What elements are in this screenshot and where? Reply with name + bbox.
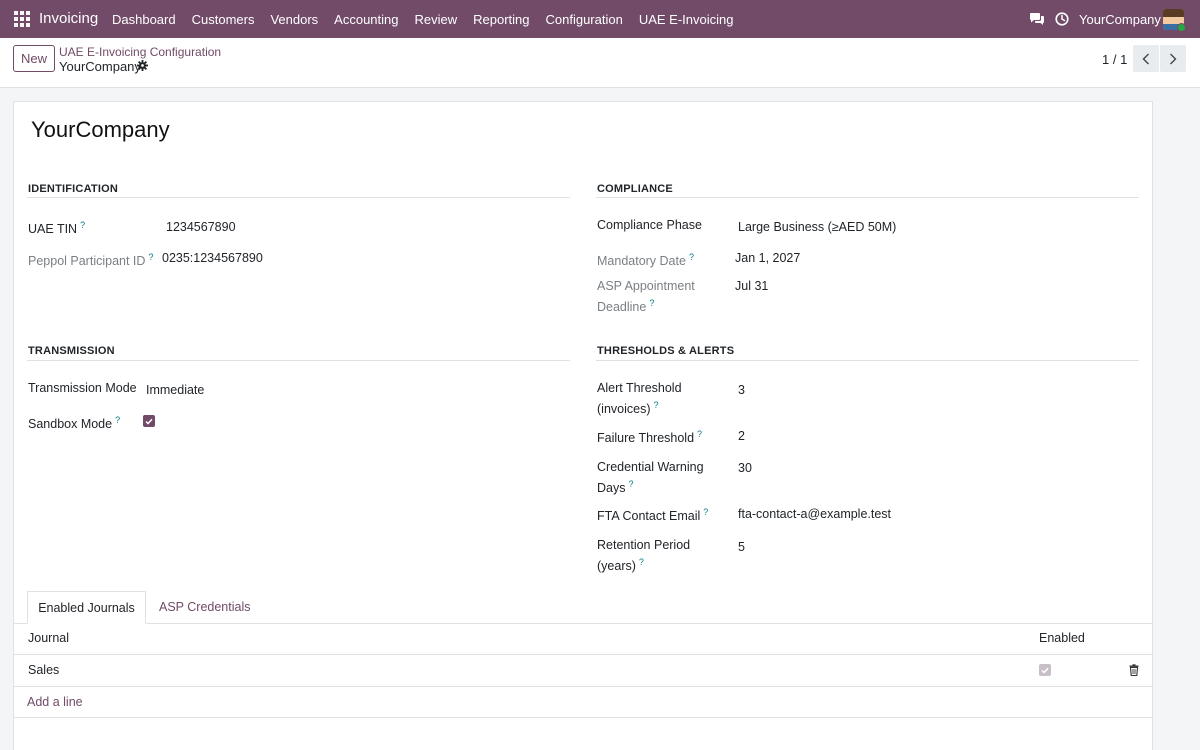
table-footer-divider [14, 717, 1153, 718]
company-switcher[interactable]: YourCompany [1079, 12, 1161, 27]
trash-icon[interactable] [1129, 664, 1139, 676]
tabs-divider [14, 623, 1153, 624]
menu-item-reporting[interactable]: Reporting [473, 12, 529, 27]
sandbox-mode-checkbox[interactable] [143, 415, 155, 427]
retention-period-label: Retention Period (years)? [597, 538, 691, 574]
identification-group-title: IDENTIFICATION [28, 183, 118, 195]
failure-threshold-field[interactable]: 2 [738, 429, 745, 443]
help-icon[interactable]: ? [115, 415, 120, 425]
peppol-id-field[interactable]: 0235:1234567890 [162, 251, 263, 265]
compliance-group-title: COMPLIANCE [597, 183, 673, 195]
breadcrumb-parent[interactable]: UAE E-Invoicing Configuration [59, 45, 221, 59]
menu-item-accounting[interactable]: Accounting [334, 12, 398, 27]
help-icon[interactable]: ? [80, 220, 85, 230]
menu-item-customers[interactable]: Customers [192, 12, 255, 27]
help-icon[interactable]: ? [697, 429, 702, 439]
table-row-divider [14, 686, 1153, 687]
mandatory-date-field: Jan 1, 2027 [735, 251, 801, 265]
menu-item-review[interactable]: Review [415, 12, 458, 27]
sandbox-mode-label: Sandbox Mode? [28, 415, 121, 432]
credential-warning-field[interactable]: 30 [738, 461, 752, 475]
top-navbar: Invoicing Dashboard Customers Vendors Ac… [0, 0, 1200, 38]
main-menu: Dashboard Customers Vendors Accounting R… [112, 12, 749, 27]
add-line-button[interactable]: Add a line [27, 695, 83, 709]
transmission-mode-label: Transmission Mode [28, 381, 137, 395]
help-icon[interactable]: ? [628, 479, 633, 489]
transmission-mode-field[interactable]: Immediate [146, 383, 204, 397]
table-row-journal[interactable]: Sales [28, 663, 59, 677]
fta-email-label: FTA Contact Email? [597, 507, 709, 524]
compliance-divider [596, 197, 1139, 198]
clock-icon[interactable] [1055, 12, 1069, 26]
alert-threshold-field[interactable]: 3 [738, 383, 745, 397]
chat-icon[interactable] [1029, 12, 1045, 26]
menu-item-configuration[interactable]: Configuration [546, 12, 623, 27]
compliance-phase-field[interactable]: Large Business (≥AED 50M) [738, 220, 896, 234]
gear-icon[interactable] [137, 60, 148, 71]
help-icon[interactable]: ? [639, 557, 644, 567]
chevron-right-icon [1170, 53, 1177, 64]
help-icon[interactable]: ? [654, 400, 659, 410]
credential-warning-label: Credential Warning Days? [597, 460, 704, 496]
check-icon [145, 418, 153, 425]
record-title[interactable]: YourCompany [31, 117, 170, 143]
asp-deadline-label: ASP Appointment Deadline? [597, 279, 695, 315]
tab-enabled-journals[interactable]: Enabled Journals [27, 591, 146, 624]
help-icon[interactable]: ? [689, 252, 694, 262]
retention-period-field[interactable]: 5 [738, 540, 745, 554]
mandatory-date-label: Mandatory Date? [597, 252, 694, 269]
form-sheet [13, 101, 1153, 750]
apps-grid-icon[interactable] [14, 11, 30, 27]
new-button[interactable]: New [13, 45, 55, 72]
app-name[interactable]: Invoicing [39, 10, 98, 27]
alert-threshold-label: Alert Threshold (invoices)? [597, 381, 682, 417]
uae-tin-field[interactable]: 1234567890 [166, 220, 236, 234]
tab-asp-credentials[interactable]: ASP Credentials [159, 600, 251, 614]
online-status-icon [1177, 23, 1186, 32]
peppol-id-label: Peppol Participant ID? [28, 252, 154, 269]
pager-next-button[interactable] [1160, 45, 1186, 72]
help-icon[interactable]: ? [649, 298, 654, 308]
transmission-group-title: TRANSMISSION [28, 345, 115, 357]
menu-item-vendors[interactable]: Vendors [270, 12, 318, 27]
identification-divider [27, 197, 570, 198]
control-panel: New UAE E-Invoicing Configuration YourCo… [0, 38, 1200, 88]
help-icon[interactable]: ? [703, 507, 708, 517]
table-header-divider [14, 654, 1153, 655]
breadcrumb-current: YourCompany [59, 59, 141, 74]
check-icon [1041, 667, 1049, 674]
compliance-phase-label: Compliance Phase [597, 218, 702, 232]
pager-previous-button[interactable] [1133, 45, 1159, 72]
menu-item-uae-e-invoicing[interactable]: UAE E-Invoicing [639, 12, 734, 27]
help-icon[interactable]: ? [148, 252, 153, 262]
table-row-enabled-checkbox[interactable] [1039, 664, 1051, 676]
column-header-journal[interactable]: Journal [28, 631, 69, 645]
pager-value[interactable]: 1 / 1 [1102, 52, 1127, 67]
uae-tin-label: UAE TIN? [28, 220, 86, 237]
fta-email-field[interactable]: fta-contact-a@example.test [738, 507, 891, 521]
thresholds-divider [596, 360, 1139, 361]
asp-deadline-field: Jul 31 [735, 279, 769, 293]
menu-item-dashboard[interactable]: Dashboard [112, 12, 176, 27]
failure-threshold-label: Failure Threshold? [597, 429, 703, 446]
chevron-left-icon [1142, 53, 1149, 64]
transmission-divider [27, 360, 570, 361]
column-header-enabled[interactable]: Enabled [1039, 631, 1085, 645]
thresholds-group-title: THRESHOLDS & ALERTS [597, 345, 735, 357]
